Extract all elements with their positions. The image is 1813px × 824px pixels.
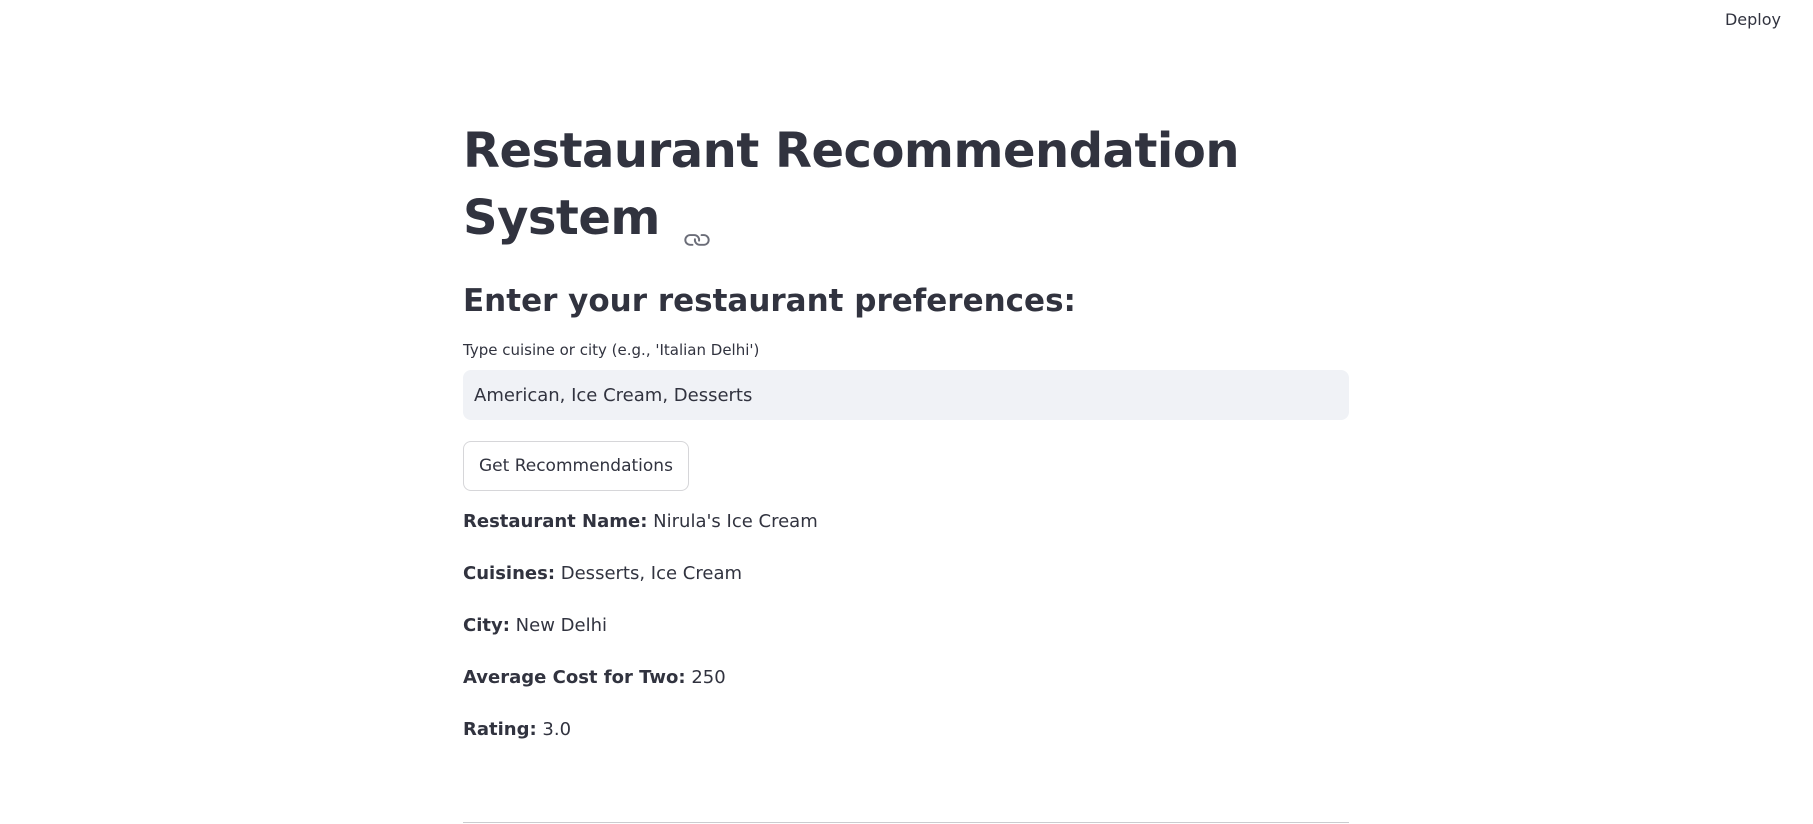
search-input[interactable] xyxy=(463,370,1349,420)
result-label: Average Cost for Two: xyxy=(463,667,686,688)
top-toolbar: Deploy xyxy=(0,0,1813,40)
page-title-line2: System xyxy=(463,190,660,246)
section-subheader: Enter your restaurant preferences: xyxy=(463,283,1076,319)
deploy-button[interactable]: Deploy xyxy=(1721,8,1785,31)
section-divider xyxy=(463,822,1349,823)
page-title: Restaurant Recommendation System xyxy=(463,118,1349,252)
result-restaurant-name: Restaurant Name: Nirula's Ice Cream xyxy=(463,509,1349,535)
result-value: 250 xyxy=(691,667,726,688)
main-content: Restaurant Recommendation System Enter y… xyxy=(463,118,1349,823)
result-value: 3.0 xyxy=(542,719,572,740)
result-label: City: xyxy=(463,615,510,636)
get-recommendations-button[interactable]: Get Recommendations xyxy=(463,441,689,491)
result-label: Cuisines: xyxy=(463,563,556,584)
result-label: Rating: xyxy=(463,719,537,740)
page-title-line1: Restaurant Recommendation xyxy=(463,123,1239,179)
results-list: Restaurant Name: Nirula's Ice Cream Cuis… xyxy=(463,509,1349,743)
search-input-label: Type cuisine or city (e.g., 'Italian Del… xyxy=(463,341,760,359)
link-icon[interactable] xyxy=(684,204,710,246)
result-average-cost: Average Cost for Two: 250 xyxy=(463,665,1349,691)
result-value: New Delhi xyxy=(515,615,607,636)
result-rating: Rating: 3.0 xyxy=(463,717,1349,743)
result-value: Nirula's Ice Cream xyxy=(653,511,818,532)
result-value: Desserts, Ice Cream xyxy=(560,563,743,584)
result-label: Restaurant Name: xyxy=(463,511,648,532)
result-cuisines: Cuisines: Desserts, Ice Cream xyxy=(463,561,1349,587)
result-city: City: New Delhi xyxy=(463,613,1349,639)
